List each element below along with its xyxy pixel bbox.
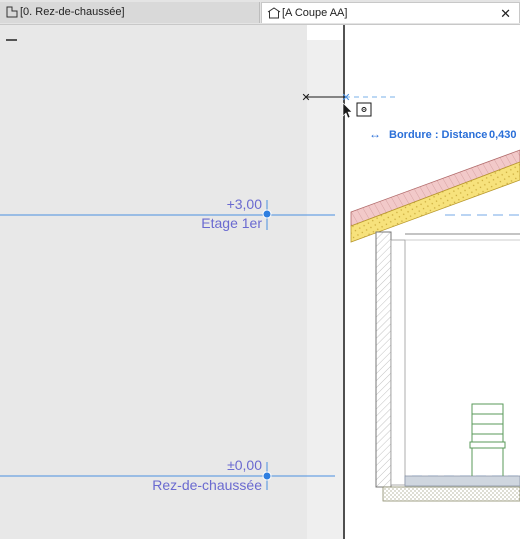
- story-elevation-0: ±0,00: [227, 457, 262, 473]
- close-icon[interactable]: ✕: [500, 3, 511, 24]
- tab-floor-plan[interactable]: [0. Rez-de-chaussée]: [0, 2, 260, 23]
- tab-section-label: [A Coupe AA]: [282, 7, 348, 19]
- tracker-label: Bordure : Distance: [389, 129, 487, 141]
- roof-insulation: [350, 161, 520, 243]
- floor-finish: [404, 475, 520, 487]
- tracker-value: 0,430: [489, 129, 517, 141]
- floor-plan-icon: [6, 6, 18, 18]
- floor-slab: [382, 486, 520, 502]
- tracker-arrow-icon: ↔: [369, 127, 381, 141]
- view-tab-bar: [0. Rez-de-chaussée] [A Coupe AA] ✕: [0, 0, 520, 25]
- wall-section: [375, 231, 392, 488]
- snap-point-icon: [356, 102, 372, 117]
- chair-icon: [469, 403, 506, 476]
- wall-inner: [390, 239, 406, 486]
- snap-cross-icon: ✕: [341, 92, 350, 104]
- story-marker-0[interactable]: [262, 471, 272, 481]
- start-cross-icon: ✕: [301, 92, 310, 104]
- tab-floor-plan-label: [0. Rez-de-chaussée]: [20, 6, 125, 18]
- section-icon: [267, 7, 281, 19]
- story-marker-1[interactable]: [262, 209, 272, 219]
- story-name-1: Etage 1er: [201, 215, 262, 231]
- section-canvas[interactable]: +3,00 Etage 1er ±0,00 Rez-de-chaussée ✕ …: [0, 25, 520, 539]
- margin-area: [307, 40, 345, 539]
- story-elevation-1: +3,00: [227, 196, 263, 212]
- story-name-0: Rez-de-chaussée: [152, 477, 262, 493]
- tab-section[interactable]: [A Coupe AA] ✕: [261, 2, 520, 23]
